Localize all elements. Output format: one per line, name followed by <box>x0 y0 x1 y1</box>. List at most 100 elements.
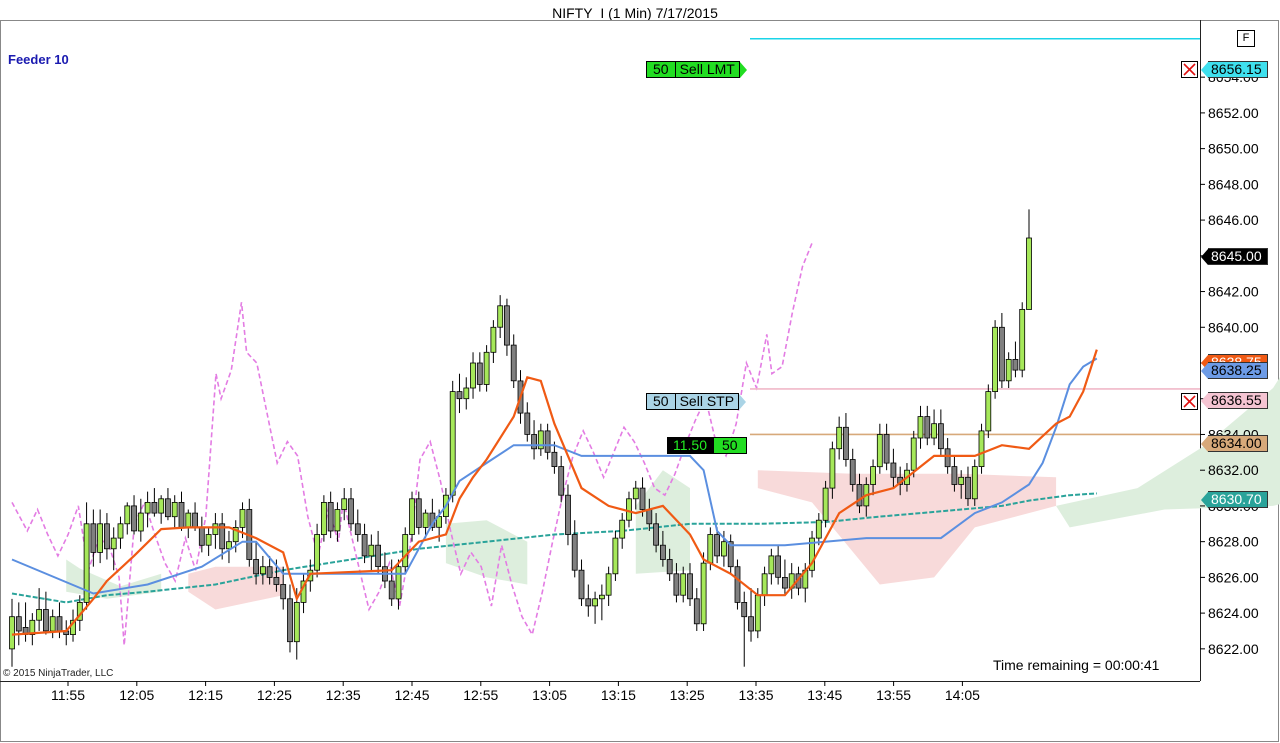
candle[interactable] <box>124 502 131 535</box>
candle[interactable] <box>822 480 829 528</box>
candle[interactable] <box>931 409 937 446</box>
candle[interactable] <box>876 423 883 474</box>
candle[interactable] <box>1012 341 1019 378</box>
candle[interactable] <box>226 530 232 564</box>
sell-limit-order[interactable]: 50 Sell LMT <box>646 61 747 78</box>
candle[interactable] <box>592 591 598 624</box>
candle[interactable] <box>171 495 178 528</box>
candle[interactable] <box>815 513 822 546</box>
candle[interactable] <box>327 491 334 539</box>
candle[interactable] <box>320 495 327 542</box>
candle[interactable] <box>415 491 422 535</box>
candle[interactable] <box>768 548 775 585</box>
candle[interactable] <box>1005 352 1012 389</box>
candle[interactable] <box>612 530 619 581</box>
candle[interactable] <box>809 530 815 578</box>
candle[interactable] <box>544 423 551 460</box>
candle[interactable] <box>843 413 849 467</box>
candle[interactable] <box>917 405 924 449</box>
candle[interactable] <box>605 566 612 606</box>
candle[interactable] <box>761 566 768 606</box>
candle[interactable] <box>151 488 158 517</box>
position-marker[interactable]: 11.50 50 <box>667 437 747 454</box>
candle[interactable] <box>883 423 890 471</box>
candle[interactable] <box>49 609 56 639</box>
candle[interactable] <box>388 559 395 606</box>
candle[interactable] <box>693 588 700 631</box>
candle[interactable] <box>503 298 510 356</box>
candle[interactable] <box>537 423 544 456</box>
candle[interactable] <box>734 559 741 610</box>
candle[interactable] <box>456 373 463 414</box>
candle[interactable] <box>287 584 293 653</box>
candle[interactable] <box>985 384 992 439</box>
candle[interactable] <box>56 602 63 639</box>
candle[interactable] <box>178 491 185 531</box>
candle[interactable] <box>978 423 985 474</box>
cancel-limit-order-close-icon[interactable] <box>1181 61 1198 78</box>
candle[interactable] <box>558 455 565 503</box>
candle[interactable] <box>463 377 470 410</box>
candle[interactable] <box>402 527 409 574</box>
candle[interactable] <box>510 334 517 389</box>
position-qty[interactable]: 50 <box>713 437 747 454</box>
candle[interactable] <box>585 584 592 617</box>
sell-stop-order[interactable]: 50 Sell STP <box>646 393 747 410</box>
candle[interactable] <box>354 509 361 542</box>
candle[interactable] <box>158 495 165 524</box>
candle[interactable] <box>15 602 22 646</box>
candle[interactable] <box>29 613 36 646</box>
candle[interactable] <box>212 513 219 549</box>
order-label[interactable]: Sell STP <box>674 393 740 410</box>
candle[interactable] <box>571 520 578 578</box>
candle[interactable] <box>22 602 29 642</box>
candle[interactable] <box>924 405 931 446</box>
candle[interactable] <box>578 559 585 606</box>
candle[interactable] <box>246 498 253 567</box>
candle[interactable] <box>741 591 748 667</box>
candle[interactable] <box>497 295 504 338</box>
candle[interactable] <box>341 488 348 521</box>
candle[interactable] <box>531 420 537 460</box>
candle[interactable] <box>775 545 781 585</box>
candle[interactable] <box>565 484 571 546</box>
candles[interactable] <box>9 209 1032 667</box>
candle[interactable] <box>700 552 707 631</box>
candle[interactable] <box>368 534 375 571</box>
candle[interactable] <box>476 352 483 392</box>
candle[interactable] <box>117 516 124 549</box>
candle[interactable] <box>63 620 70 646</box>
order-qty[interactable]: 50 <box>646 393 675 410</box>
candle[interactable] <box>490 320 497 364</box>
cancel-stop-order-close-icon[interactable] <box>1181 393 1198 410</box>
candle[interactable] <box>409 491 415 542</box>
price-chart[interactable]: 8622.008624.008626.008628.008630.008632.… <box>0 0 1280 743</box>
candle[interactable] <box>300 573 307 614</box>
candle[interactable] <box>97 509 103 564</box>
candle[interactable] <box>449 380 456 503</box>
candle[interactable] <box>314 523 321 578</box>
candle[interactable] <box>619 513 626 549</box>
candle[interactable] <box>680 566 687 603</box>
candle[interactable] <box>83 502 90 610</box>
candle[interactable] <box>36 588 42 631</box>
candle[interactable] <box>782 559 788 596</box>
candle[interactable] <box>164 488 171 521</box>
candle[interactable] <box>144 491 151 528</box>
candle[interactable] <box>938 409 944 456</box>
candle[interactable] <box>9 598 15 667</box>
candle[interactable] <box>483 345 490 392</box>
candle[interactable] <box>999 312 1005 389</box>
candle[interactable] <box>788 563 795 599</box>
candle[interactable] <box>727 534 734 574</box>
order-label[interactable]: Sell LMT <box>674 61 740 78</box>
candle[interactable] <box>992 320 998 399</box>
candle[interactable] <box>524 402 531 442</box>
candle[interactable] <box>104 513 110 560</box>
candle[interactable] <box>90 509 97 567</box>
candle[interactable] <box>131 495 137 535</box>
order-qty[interactable]: 50 <box>646 61 675 78</box>
candle[interactable] <box>971 459 978 506</box>
candle[interactable] <box>626 491 632 528</box>
candle[interactable] <box>836 416 843 460</box>
